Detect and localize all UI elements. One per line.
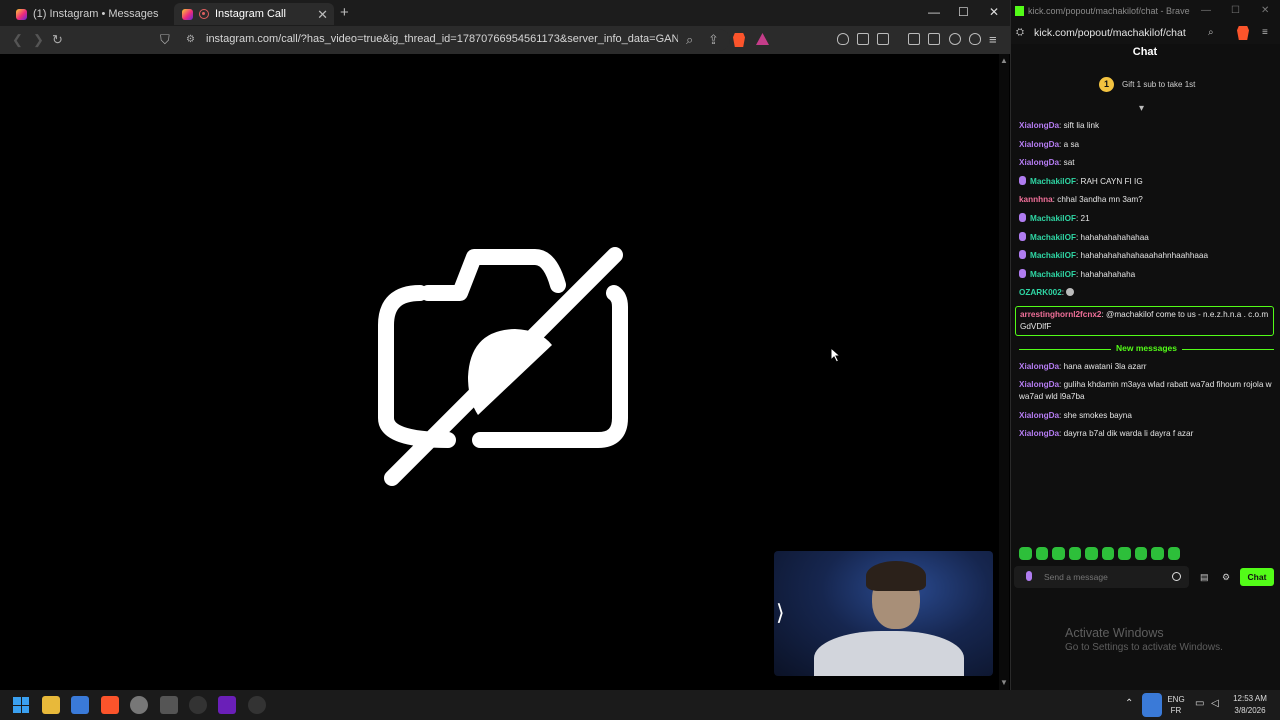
volume-icon[interactable]: ◁ (1211, 698, 1219, 709)
chat-window-titlebar: kick.com/popout/machakilof/chat - Brave … (1011, 0, 1280, 22)
kick-logo-icon (1015, 6, 1024, 16)
chat-settings-icon[interactable]: ⚙ (1222, 572, 1230, 583)
language-indicator[interactable]: ENG (1166, 695, 1186, 704)
close-tab-icon[interactable]: ✕ (317, 7, 328, 23)
self-video-person (814, 631, 964, 676)
site-info-icon[interactable]: ⛭ (1016, 27, 1024, 38)
search-icon[interactable]: ⌕ (1208, 27, 1214, 38)
forward-icon[interactable]: ❯ (33, 32, 44, 48)
leo-ai-icon[interactable] (949, 33, 961, 45)
collapse-preview-icon[interactable]: ⟩ (776, 600, 785, 626)
clock-date[interactable]: 3/8/2026 (1228, 706, 1272, 715)
file-explorer-icon[interactable] (42, 696, 60, 714)
chat-send-button[interactable]: Chat (1240, 568, 1274, 586)
minimize-icon[interactable]: — (1201, 5, 1211, 16)
logitech-g-icon[interactable] (189, 696, 207, 714)
minimize-icon[interactable]: — (928, 5, 940, 19)
tab-label: (1) Instagram • Messages (33, 8, 159, 20)
chat-rules-icon[interactable]: ▤ (1200, 572, 1209, 583)
shield-extension-icon[interactable] (837, 33, 849, 45)
reload-icon[interactable]: ↻ (52, 32, 63, 48)
mouse-cursor-icon (830, 347, 842, 363)
close-window-icon[interactable]: ✕ (1261, 5, 1269, 16)
share-icon[interactable]: ⇪ (708, 32, 719, 48)
camera-off-icon (378, 247, 628, 486)
tray-overflow-icon[interactable]: ⌃ (1125, 698, 1133, 709)
scroll-up-icon[interactable]: ▲ (1000, 56, 1008, 65)
watermark-title: Activate Windows (1065, 626, 1164, 640)
tab-instagram-messages[interactable]: (1) Instagram • Messages (8, 3, 168, 25)
tab-strip: (1) Instagram • Messages Instagram Call … (0, 0, 1010, 26)
extensions-icon[interactable] (857, 33, 869, 45)
emoji-picker-icon[interactable] (1172, 572, 1181, 581)
screenshot-icon[interactable] (877, 33, 889, 45)
chat-message-input[interactable] (1044, 572, 1164, 582)
bookmark-icon[interactable]: ⛉ (160, 32, 170, 48)
broadcaster-badge-icon (1026, 571, 1032, 581)
language-indicator-secondary[interactable]: FR (1166, 706, 1186, 715)
logitech-g-icon[interactable] (248, 696, 266, 714)
sidebar-icon[interactable] (908, 33, 920, 45)
brave-shields-icon[interactable] (733, 33, 745, 47)
wallet-icon[interactable] (928, 33, 940, 45)
url-text[interactable]: instagram.com/call/?has_video=true&ig_th… (206, 33, 678, 45)
recording-icon (199, 9, 209, 19)
network-icon[interactable]: ▭ (1195, 698, 1204, 709)
menu-icon[interactable]: ≡ (989, 32, 997, 48)
chat-url[interactable]: kick.com/popout/machakilof/chat (1034, 27, 1186, 39)
brave-browser-icon[interactable] (101, 696, 119, 714)
new-tab-button[interactable]: + (340, 4, 349, 21)
back-icon[interactable]: ❮ (12, 32, 23, 48)
app-icon[interactable] (160, 696, 178, 714)
microsoft-store-icon[interactable] (71, 696, 89, 714)
windows-start-icon[interactable] (13, 697, 29, 713)
obs-icon[interactable] (130, 696, 148, 714)
desktop: (1) Instagram • Messages Instagram Call … (0, 0, 1280, 720)
clock-time[interactable]: 12:53 AM (1228, 694, 1272, 703)
menu-icon[interactable]: ≡ (1262, 27, 1268, 38)
close-window-icon[interactable]: ✕ (989, 5, 999, 19)
self-video-preview[interactable] (774, 551, 993, 676)
instagram-browser-window: (1) Instagram • Messages Instagram Call … (0, 0, 1010, 690)
instagram-icon (16, 8, 27, 20)
page-scrollbar[interactable] (999, 54, 1009, 690)
maximize-icon[interactable]: ☐ (958, 5, 969, 19)
watermark-subtitle: Go to Settings to activate Windows. (1065, 642, 1223, 653)
nzxt-icon[interactable] (218, 696, 236, 714)
activate-windows-watermark: Activate Windows Go to Settings to activ… (1065, 626, 1223, 653)
scroll-down-icon[interactable]: ▼ (1000, 678, 1008, 687)
tab-instagram-call[interactable]: Instagram Call ✕ (174, 3, 334, 25)
vpn-icon[interactable] (969, 33, 981, 45)
instagram-icon (182, 8, 193, 20)
brave-shields-icon[interactable] (1237, 26, 1249, 40)
site-settings-icon[interactable]: ⚙ (186, 32, 195, 48)
maximize-icon[interactable]: ☐ (1231, 5, 1240, 16)
chat-window-title: kick.com/popout/machakilof/chat - Brave (1028, 6, 1190, 16)
zoom-icon[interactable]: ⌕ (686, 32, 693, 48)
tab-label: Instagram Call (215, 8, 286, 20)
microphone-tray-icon[interactable] (1142, 693, 1162, 717)
